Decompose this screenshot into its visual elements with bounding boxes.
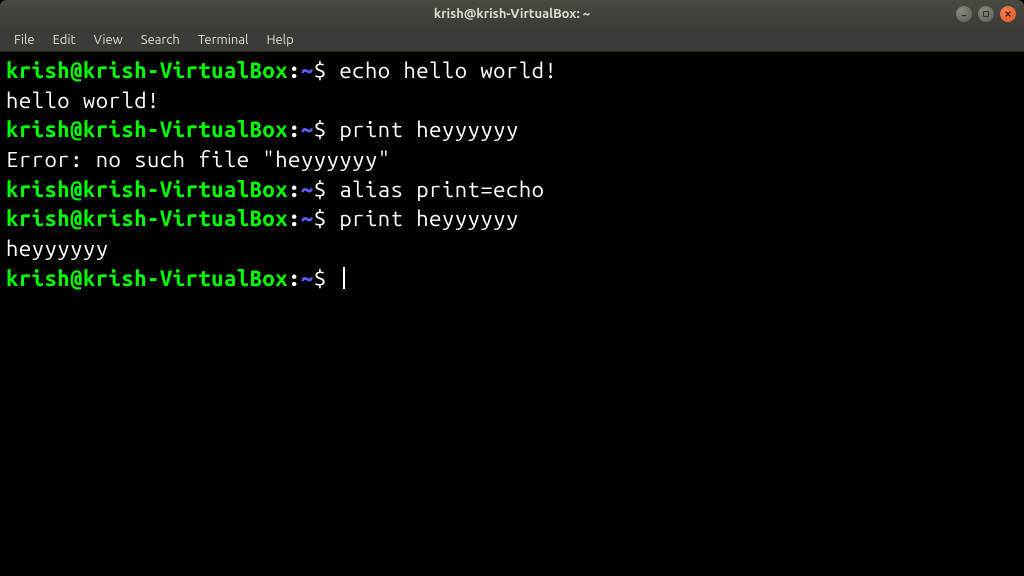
command-text: echo hello world! xyxy=(339,58,557,83)
prompt-colon: : xyxy=(288,58,301,83)
window-titlebar: krish@krish-VirtualBox: ~ xyxy=(0,0,1024,28)
output-text: Error: no such file "heyyyyyy" xyxy=(6,147,391,172)
terminal-line: krish@krish-VirtualBox:~$ xyxy=(6,264,1018,294)
prompt-user-host: krish@krish-VirtualBox xyxy=(6,117,288,142)
prompt-dollar: $ xyxy=(314,177,340,202)
prompt-dollar: $ xyxy=(314,206,340,231)
terminal-line: Error: no such file "heyyyyyy" xyxy=(6,145,1018,175)
prompt-colon: : xyxy=(288,177,301,202)
prompt-path: ~ xyxy=(301,266,314,291)
prompt-dollar: $ xyxy=(314,58,340,83)
prompt-dollar: $ xyxy=(314,117,340,142)
menubar: File Edit View Search Terminal Help xyxy=(0,28,1024,52)
terminal-line: krish@krish-VirtualBox:~$ print heyyyyyy xyxy=(6,115,1018,145)
terminal-line: krish@krish-VirtualBox:~$ echo hello wor… xyxy=(6,56,1018,86)
window-controls xyxy=(956,6,1016,22)
minimize-button[interactable] xyxy=(956,6,972,22)
terminal-viewport[interactable]: krish@krish-VirtualBox:~$ echo hello wor… xyxy=(0,52,1024,576)
prompt-user-host: krish@krish-VirtualBox xyxy=(6,177,288,202)
menu-file[interactable]: File xyxy=(6,31,43,49)
menu-edit[interactable]: Edit xyxy=(45,31,84,49)
terminal-line: krish@krish-VirtualBox:~$ print heyyyyyy xyxy=(6,204,1018,234)
terminal-line: heyyyyyy xyxy=(6,234,1018,264)
prompt-colon: : xyxy=(288,266,301,291)
prompt-colon: : xyxy=(288,206,301,231)
command-text: print heyyyyyy xyxy=(339,117,518,142)
command-text: alias print=echo xyxy=(339,177,544,202)
prompt-path: ~ xyxy=(301,206,314,231)
prompt-path: ~ xyxy=(301,177,314,202)
prompt-dollar: $ xyxy=(314,266,340,291)
maximize-button[interactable] xyxy=(978,6,994,22)
prompt-user-host: krish@krish-VirtualBox xyxy=(6,58,288,83)
menu-search[interactable]: Search xyxy=(133,31,188,49)
prompt-path: ~ xyxy=(301,117,314,142)
menu-help[interactable]: Help xyxy=(258,31,301,49)
output-text: hello world! xyxy=(6,88,160,113)
terminal-line: hello world! xyxy=(6,86,1018,116)
close-button[interactable] xyxy=(1000,6,1016,22)
prompt-colon: : xyxy=(288,117,301,142)
window-title: krish@krish-VirtualBox: ~ xyxy=(8,7,1016,21)
cursor xyxy=(343,267,345,289)
terminal-line: krish@krish-VirtualBox:~$ alias print=ec… xyxy=(6,175,1018,205)
prompt-user-host: krish@krish-VirtualBox xyxy=(6,206,288,231)
output-text: heyyyyyy xyxy=(6,236,109,261)
prompt-path: ~ xyxy=(301,58,314,83)
menu-terminal[interactable]: Terminal xyxy=(190,31,257,49)
prompt-user-host: krish@krish-VirtualBox xyxy=(6,266,288,291)
command-text: print heyyyyyy xyxy=(339,206,518,231)
menu-view[interactable]: View xyxy=(86,31,131,49)
